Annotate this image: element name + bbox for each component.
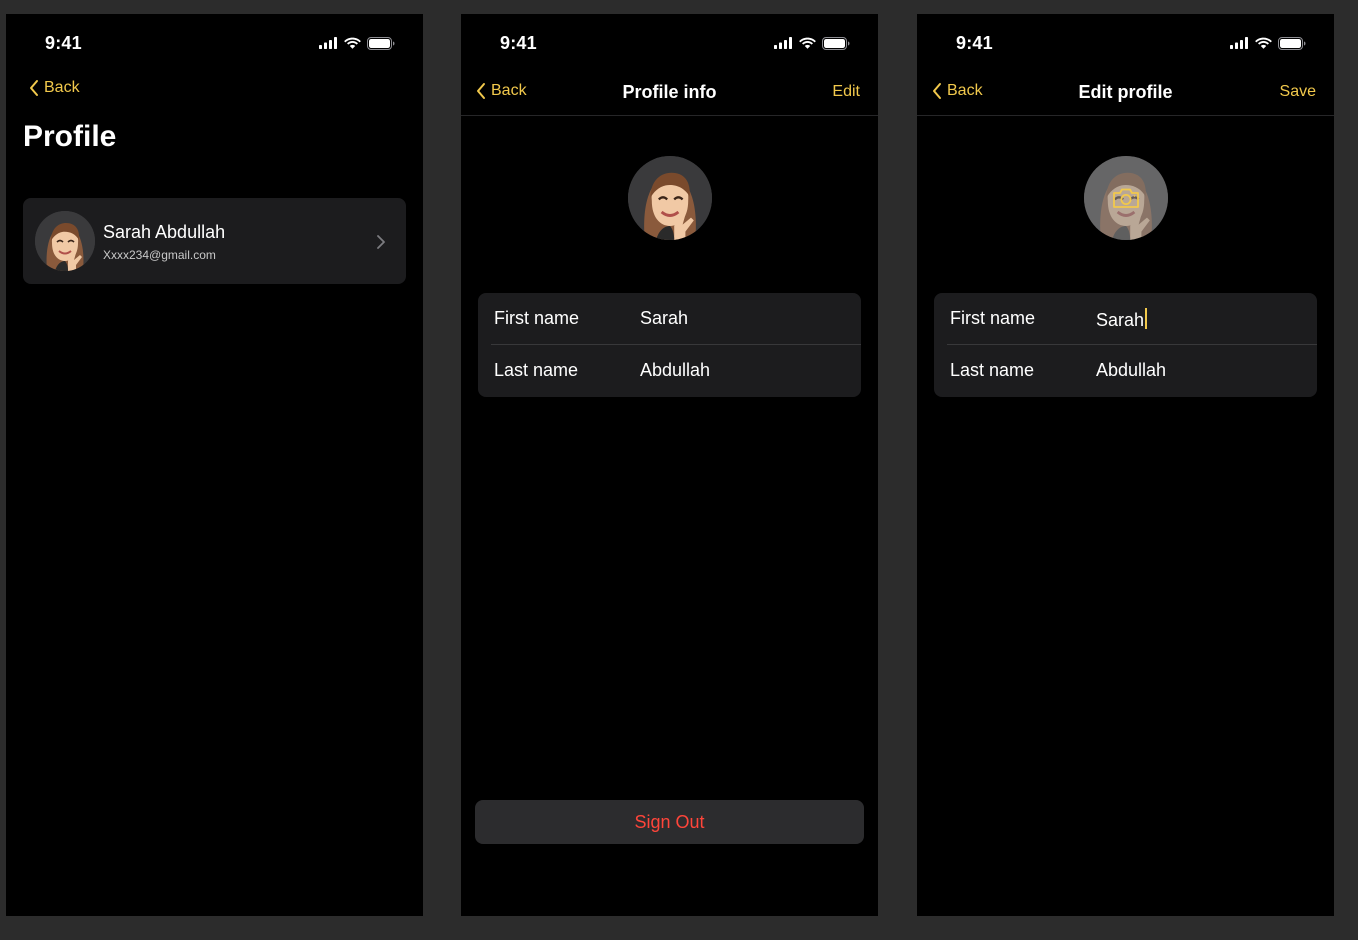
last-name-row: Last name Abdullah [478, 345, 861, 397]
name-fields-group: First name Sarah Last name Abdullah [478, 293, 861, 397]
last-name-input[interactable]: Abdullah [1096, 360, 1166, 381]
cellular-signal-icon [1230, 37, 1248, 49]
edit-button[interactable]: Edit [832, 83, 860, 101]
text-cursor [1145, 308, 1148, 329]
battery-icon [822, 36, 850, 50]
navigation-bar: Back Edit profile Save [917, 70, 1334, 116]
status-bar: 9:41 [461, 14, 878, 70]
wifi-icon [1255, 37, 1272, 49]
edit-profile-screen: 9:41 Back Edit profile Save First name S… [917, 14, 1334, 916]
chevron-right-icon [377, 235, 385, 249]
name-fields-group: First name Sarah Last name Abdullah [934, 293, 1317, 397]
status-time: 9:41 [500, 33, 537, 53]
status-bar: 9:41 [6, 14, 423, 70]
first-name-label: First name [494, 308, 580, 328]
cellular-signal-icon [774, 37, 792, 49]
battery-icon [1278, 36, 1306, 50]
profile-screen: 9:41 Back Profile Sarah Abdullah Xxxx234… [6, 14, 423, 916]
first-name-row: First name Sarah [934, 293, 1317, 345]
wifi-icon [799, 37, 816, 49]
page-title: Profile [23, 120, 117, 153]
user-profile-card[interactable]: Sarah Abdullah Xxxx234@gmail.com [23, 198, 406, 284]
profile-info-screen: 9:41 Back Profile info Edit First name S… [461, 14, 878, 916]
status-time: 9:41 [956, 33, 993, 53]
first-name-input[interactable]: Sarah [1096, 308, 1148, 331]
status-bar: 9:41 [917, 14, 1334, 70]
page-title: Edit profile [1078, 82, 1173, 102]
first-name-input-value: Sarah [1096, 310, 1145, 330]
camera-icon [1113, 188, 1139, 208]
memoji-avatar-icon [35, 211, 95, 271]
user-name: Sarah Abdullah [103, 222, 226, 242]
navigation-bar: Back Profile info Edit [461, 70, 878, 116]
status-time: 9:41 [45, 33, 82, 53]
change-photo-button[interactable] [1084, 156, 1168, 240]
last-name-label: Last name [950, 360, 1035, 380]
back-label: Back [44, 79, 80, 96]
cellular-signal-icon [319, 37, 337, 49]
user-email: Xxxx234@gmail.com [103, 248, 216, 262]
save-button[interactable]: Save [1280, 83, 1316, 101]
back-button[interactable]: Back [28, 79, 80, 97]
last-name-value: Abdullah [640, 360, 711, 380]
wifi-icon [344, 37, 361, 49]
first-name-row: First name Sarah [478, 293, 861, 345]
battery-icon [367, 36, 395, 50]
memoji-avatar-icon [628, 156, 712, 240]
sign-out-button[interactable]: Sign Out [475, 800, 864, 844]
first-name-value: Sarah [640, 308, 689, 328]
page-title: Profile info [622, 82, 717, 102]
last-name-label: Last name [494, 360, 579, 380]
first-name-label: First name [950, 308, 1036, 328]
last-name-row: Last name Abdullah [934, 345, 1317, 397]
chevron-left-icon [30, 80, 38, 96]
